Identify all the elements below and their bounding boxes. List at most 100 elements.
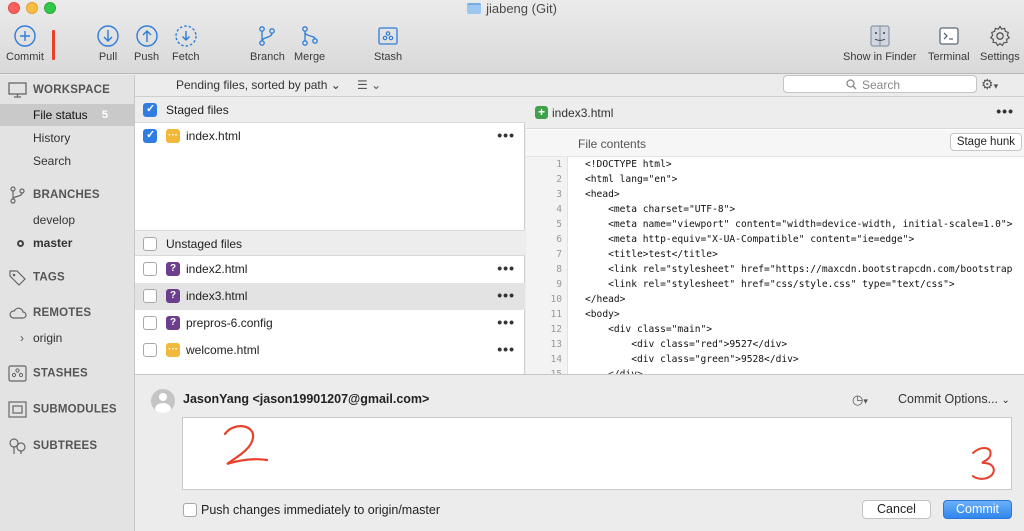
sidebar-item-file-status[interactable]: File status 5	[0, 104, 134, 126]
file-list-panel: Staged files ··· index.html ••• Unstaged…	[135, 97, 525, 374]
sidebar-section-subtrees[interactable]: SUBTREES	[8, 437, 97, 455]
untracked-file-icon: ?	[166, 289, 180, 303]
commit-message-input[interactable]	[182, 417, 1012, 490]
file-name: welcome.html	[186, 343, 260, 357]
unstaged-files-header[interactable]: Unstaged files	[135, 230, 525, 256]
cloud-icon	[9, 307, 27, 319]
view-mode-dropdown[interactable]: ☰ ⌄	[357, 78, 381, 92]
push-arrow-icon	[135, 25, 158, 47]
line-number: 8	[556, 264, 562, 275]
commit-options-dropdown[interactable]: Commit Options... ⌄	[898, 392, 1010, 406]
plus-circle-icon	[14, 25, 36, 47]
sort-dropdown[interactable]: Pending files, sorted by path ⌄	[176, 78, 341, 92]
more-options-icon[interactable]: •••	[497, 314, 515, 330]
cancel-button[interactable]: Cancel	[862, 500, 931, 519]
gear-dropdown-icon[interactable]: ⚙▾	[981, 76, 998, 93]
unstaged-file-row[interactable]: ··· welcome.html •••	[135, 337, 525, 364]
line-number: 13	[550, 339, 562, 350]
line-text: <link rel="stylesheet" href="css/style.c…	[585, 279, 955, 290]
line-text: <meta charset="UTF-8">	[585, 204, 736, 215]
code-view[interactable]: 1 <!DOCTYPE html> 2 <html lang="en"> 3 <head>…	[526, 157, 1024, 374]
unstaged-file-row[interactable]: ? prepros-6.config •••	[135, 310, 525, 337]
sidebar-section-stashes[interactable]: STASHES	[8, 365, 88, 382]
search-input[interactable]: Search	[783, 75, 977, 93]
sidebar-item-history[interactable]: History	[0, 127, 134, 149]
unstaged-file-row-selected[interactable]: ? index3.html •••	[135, 283, 525, 310]
sort-label: Pending files, sorted by path	[176, 78, 328, 92]
annotation-mark	[52, 30, 55, 60]
terminal-button[interactable]: Terminal	[928, 24, 970, 63]
tag-icon	[9, 270, 26, 286]
code-line: 14 <div class="green">9528</div>	[526, 352, 1024, 367]
more-options-icon[interactable]: •••	[497, 260, 515, 276]
sidebar-item-branch-master[interactable]: master	[0, 232, 134, 254]
tags-label: TAGS	[33, 271, 65, 284]
line-number: 7	[556, 249, 562, 260]
more-options-icon[interactable]: •••	[497, 127, 515, 143]
code-line: 12 <div class="main">	[526, 322, 1024, 337]
stage-hunk-button[interactable]: Stage hunk	[949, 133, 1022, 151]
code-line: 4 <meta charset="UTF-8">	[526, 202, 1024, 217]
branch-button[interactable]: Branch	[250, 24, 285, 63]
merge-button[interactable]: Merge	[294, 24, 325, 63]
push-button[interactable]: Push	[134, 24, 159, 63]
more-options-icon[interactable]: •••	[497, 287, 515, 303]
settings-button[interactable]: Settings	[980, 24, 1020, 63]
commit-button[interactable]: Commit	[943, 500, 1012, 519]
fetch-button[interactable]: Fetch	[172, 24, 200, 63]
sidebar: WORKSPACE File status 5 History Search B…	[0, 75, 135, 531]
push-immediately-checkbox[interactable]	[183, 503, 197, 517]
stashes-label: STASHES	[33, 367, 88, 380]
file-checkbox[interactable]	[143, 289, 157, 303]
staged-files-header[interactable]: Staged files	[135, 97, 525, 123]
more-options-icon[interactable]: •••	[996, 103, 1014, 119]
gear-icon	[989, 25, 1010, 47]
show-in-finder-button[interactable]: Show in Finder	[843, 24, 916, 63]
commit-options-label: Commit Options...	[898, 392, 999, 406]
unstaged-all-checkbox[interactable]	[143, 237, 157, 251]
line-text: <link rel="stylesheet" href="https://max…	[585, 264, 1013, 275]
history-label: History	[33, 131, 71, 145]
line-text: <div class="main">	[585, 324, 713, 335]
code-line: 1 <!DOCTYPE html>	[526, 157, 1024, 172]
line-number: 12	[550, 324, 562, 335]
file-checkbox[interactable]	[143, 343, 157, 357]
line-number: 11	[550, 309, 562, 320]
file-checkbox[interactable]	[143, 316, 157, 330]
file-name: prepros-6.config	[186, 316, 273, 330]
line-number: 4	[556, 204, 562, 215]
file-name: index3.html	[186, 289, 248, 303]
file-name: index.html	[186, 129, 241, 143]
chevron-right-icon[interactable]: ›	[20, 327, 24, 349]
file-list-toolbar: Pending files, sorted by path ⌄ ☰ ⌄ Sear…	[135, 75, 1024, 97]
file-checkbox[interactable]	[143, 128, 157, 143]
sidebar-section-remotes[interactable]: REMOTES	[8, 306, 91, 320]
terminal-icon	[939, 27, 959, 45]
sidebar-item-search[interactable]: Search	[0, 150, 134, 172]
stash-icon	[378, 27, 398, 45]
terminal-label: Terminal	[928, 51, 970, 63]
more-options-icon[interactable]: •••	[497, 341, 515, 357]
sidebar-section-submodules[interactable]: SUBMODULES	[8, 401, 117, 418]
history-clock-icon[interactable]: ◷▾	[852, 392, 868, 408]
file-status-count-badge: 5	[101, 109, 108, 121]
sidebar-item-branch-develop[interactable]: develop	[0, 209, 134, 231]
folder-icon	[467, 3, 482, 14]
stash-button[interactable]: Stash	[374, 24, 402, 63]
branch-develop-label: develop	[33, 213, 76, 227]
sidebar-section-branches[interactable]: BRANCHES	[8, 186, 100, 204]
pull-button[interactable]: Pull	[96, 24, 120, 63]
unstaged-file-row[interactable]: ? index2.html •••	[135, 256, 525, 283]
code-line: 15 </div>	[526, 367, 1024, 374]
code-line: 5 <meta name="viewport" content="width=d…	[526, 217, 1024, 232]
sidebar-item-remote-origin[interactable]: › origin	[0, 327, 134, 349]
sidebar-section-tags[interactable]: TAGS	[8, 269, 65, 286]
commit-toolbar-button[interactable]: Commit	[6, 24, 44, 63]
line-text: <body>	[585, 309, 620, 320]
finder-icon	[870, 25, 890, 47]
sidebar-section-workspace[interactable]: WORKSPACE	[8, 82, 110, 98]
file-name: index2.html	[186, 262, 248, 276]
file-checkbox[interactable]	[143, 262, 157, 276]
staged-file-row[interactable]: ··· index.html •••	[135, 123, 525, 150]
staged-all-checkbox[interactable]	[143, 102, 157, 117]
